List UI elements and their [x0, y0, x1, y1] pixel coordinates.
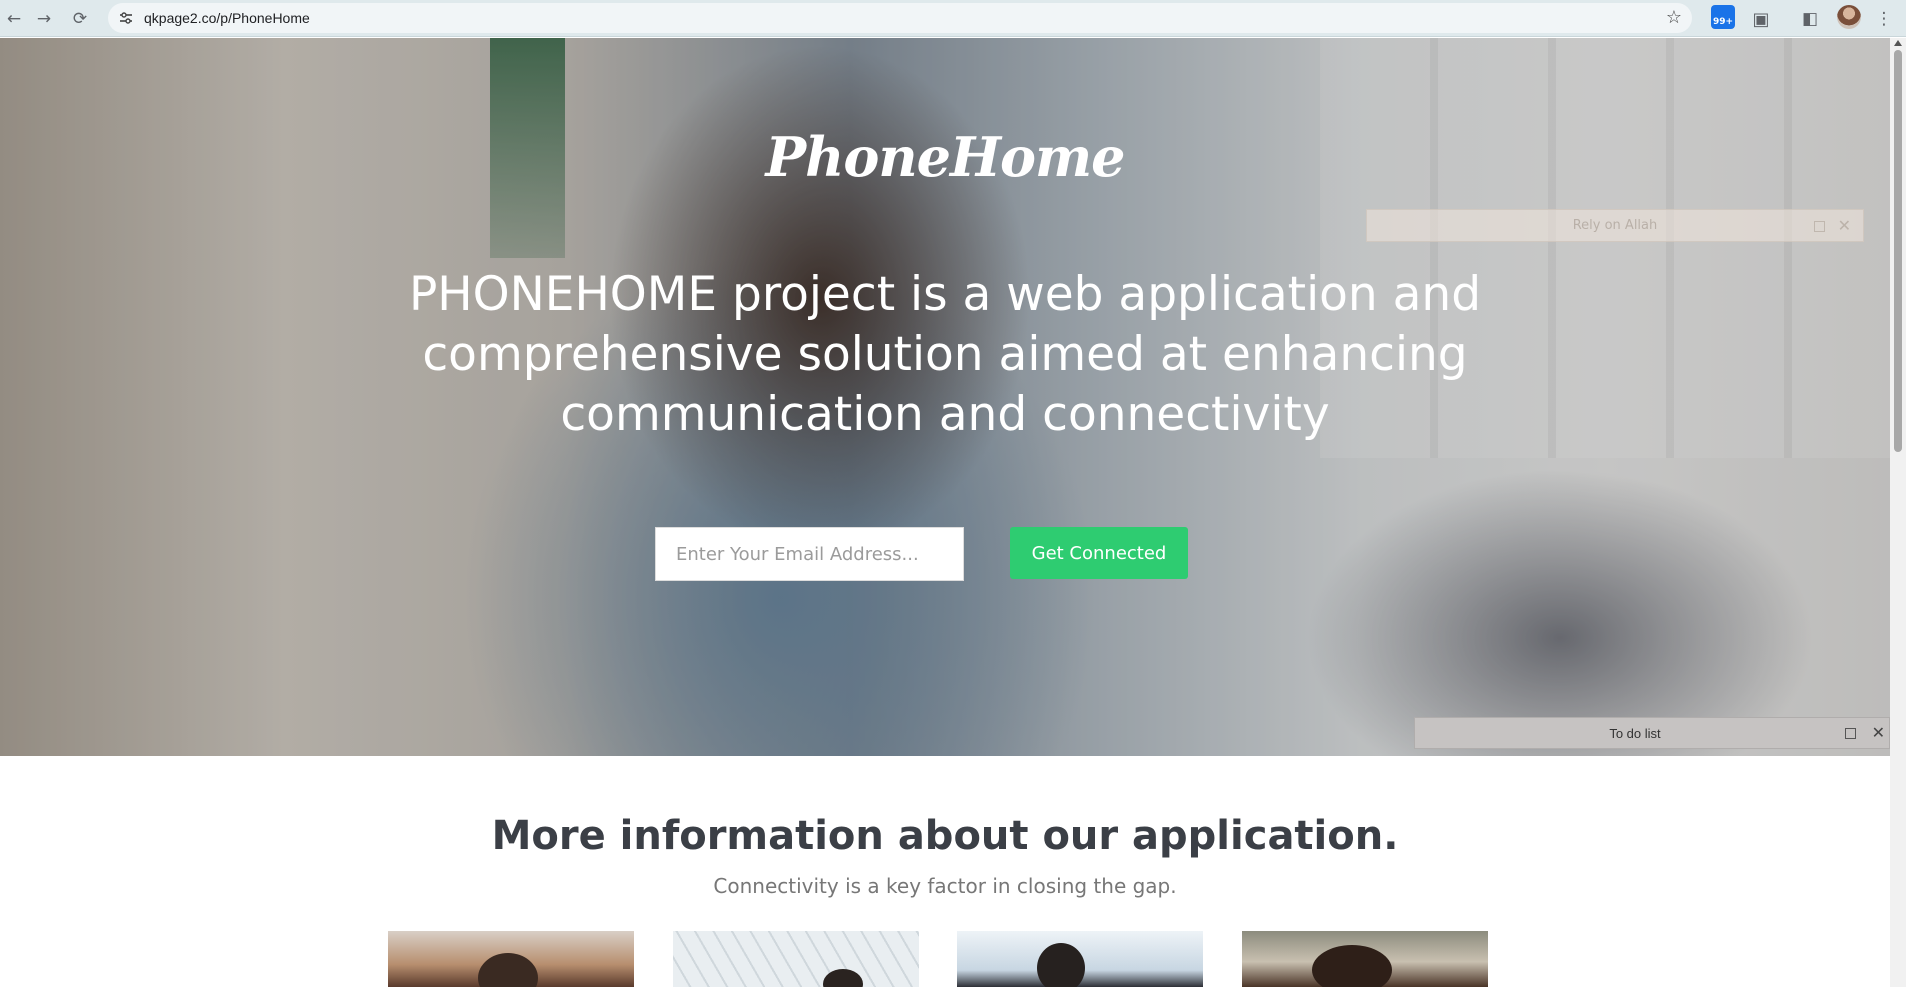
close-icon[interactable]: ✕	[1838, 216, 1851, 235]
site-logo[interactable]: PhoneHome	[0, 125, 1890, 189]
scrollbar-thumb[interactable]	[1894, 50, 1902, 452]
extensions-puzzle-icon[interactable]: ▣	[1747, 5, 1775, 33]
section-subtitle: Connectivity is a key factor in closing …	[713, 874, 1177, 898]
maximize-icon[interactable]	[1814, 221, 1825, 232]
maximize-icon[interactable]	[1845, 728, 1856, 739]
url-text[interactable]: qkpage2.co/p/PhoneHome	[144, 10, 310, 26]
site-settings-icon[interactable]	[118, 10, 134, 26]
todo-list-widget[interactable]: To do list ✕	[1414, 717, 1890, 749]
forward-icon[interactable]: →	[30, 5, 58, 33]
feature-image	[673, 931, 919, 987]
feature-image	[1242, 931, 1488, 987]
back-icon[interactable]: ←	[0, 5, 28, 33]
page-scrollbar[interactable]	[1890, 38, 1906, 987]
floating-note-widget[interactable]: Rely on Allah ✕	[1366, 209, 1864, 242]
feature-image	[388, 931, 634, 987]
more-menu-icon[interactable]: ⋮	[1870, 5, 1898, 33]
bookmark-star-icon[interactable]: ☆	[1666, 7, 1682, 28]
reload-icon[interactable]: ⟳	[66, 5, 94, 33]
hero-headline: PHONEHOME project is a web application a…	[408, 267, 1482, 442]
browser-toolbar: ← → ⟳ qkpage2.co/p/PhoneHome ☆ 99+ ▣ ◧ ⋮	[0, 0, 1906, 37]
get-connected-button[interactable]: Get Connected	[1010, 527, 1188, 579]
side-panel-icon[interactable]: ◧	[1796, 5, 1824, 33]
scroll-up-arrow-icon[interactable]	[1894, 40, 1902, 46]
extension-badge-count: 99+	[1712, 17, 1734, 27]
todo-list-label: To do list	[1609, 726, 1661, 741]
address-bar[interactable]: qkpage2.co/p/PhoneHome ☆	[108, 3, 1692, 33]
section-title: More information about our application.	[491, 813, 1399, 859]
close-icon[interactable]: ✕	[1872, 723, 1885, 742]
email-input[interactable]	[655, 527, 964, 581]
avatar[interactable]	[1837, 5, 1861, 29]
feature-image	[957, 931, 1203, 987]
extension-badge-icon[interactable]: 99+	[1711, 5, 1735, 29]
floating-note-label: Rely on Allah	[1572, 218, 1658, 233]
